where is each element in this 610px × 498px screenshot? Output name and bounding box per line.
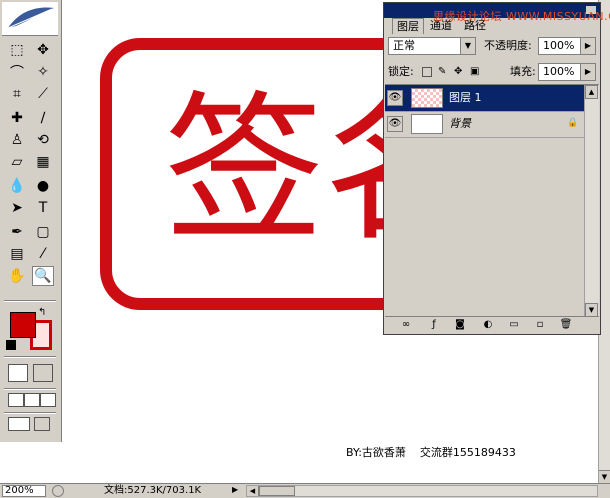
screen-mode-full-icon[interactable] — [40, 393, 56, 407]
default-colors-icon[interactable] — [6, 340, 16, 350]
slice-icon[interactable]: ⟋ — [32, 84, 54, 104]
screen-mode-full-menu-icon[interactable] — [24, 393, 40, 407]
quick-mask-icon[interactable] — [33, 364, 53, 382]
eyedropper-icon[interactable]: ⁄ — [32, 244, 54, 264]
opacity-field[interactable]: 100% ▶ — [538, 37, 596, 55]
fill-label: 填充: — [510, 65, 536, 78]
pen-icon[interactable]: ✒ — [6, 222, 28, 242]
watermark-text: 思缘设计论坛 WWW.MISSYUAN.COM — [433, 10, 610, 23]
toolbox-divider — [4, 300, 56, 302]
toolbox-divider — [4, 388, 56, 390]
scroll-thumb[interactable] — [259, 486, 295, 496]
opacity-value: 100% — [543, 39, 575, 52]
gradient-icon[interactable]: ▦ — [32, 152, 54, 172]
lock-transparency-icon[interactable] — [422, 67, 432, 77]
toolbox-divider — [4, 412, 56, 414]
blend-mode-value: 正常 — [393, 39, 415, 52]
add-mask-icon[interactable]: ◙ — [453, 319, 467, 331]
marquee-icon[interactable]: ⬚ — [6, 40, 28, 60]
new-layer-icon[interactable]: ▫ — [533, 319, 547, 331]
dodge-icon[interactable]: ● — [32, 176, 54, 196]
blend-opacity-row: 正常 ▼ 不透明度: 100% ▶ — [388, 36, 596, 56]
notes-icon[interactable]: ▤ — [6, 244, 28, 264]
doc-info: 文档:527.3K/703.1K — [104, 485, 202, 496]
lock-pixels-icon[interactable]: ✎ — [438, 63, 446, 81]
lasso-icon[interactable]: ⌒ — [6, 62, 28, 82]
magic-wand-icon[interactable]: ✧ — [32, 62, 54, 82]
credit-group: 交流群155189433 — [419, 446, 516, 459]
horizontal-scrollbar[interactable]: ◀ — [246, 485, 598, 497]
jump-to-imageready-icon[interactable] — [8, 417, 30, 431]
layer-style-icon[interactable]: ƒ — [427, 319, 441, 331]
scroll-up-icon[interactable]: ▲ — [585, 85, 598, 99]
toolbox: ⬚ ✥ ⌒ ✧ ⌗ ⟋ ✚ ∕ ♙ ⟲ ▱ ▦ 💧 ● ➤ T ✒ ▢ ▤ ⁄ ✋ 🔍 ↰ — [0, 0, 62, 442]
screen-mode-standard-icon[interactable] — [8, 393, 24, 407]
shape-icon[interactable]: ▢ — [32, 222, 54, 242]
trash-icon[interactable]: 🗑 — [559, 319, 573, 331]
layers-list: 👁 图层 1 👁 背景 🔒 ▲ ▼ — [385, 84, 599, 317]
layer-name: 背景 — [449, 117, 471, 130]
chevron-right-icon: ▶ — [580, 38, 595, 54]
zoom-icon[interactable]: 🔍 — [32, 266, 54, 286]
new-group-icon[interactable]: ▭ — [507, 319, 521, 331]
hand-icon[interactable]: ✋ — [6, 266, 28, 286]
link-layers-icon[interactable]: ∞ — [399, 319, 413, 331]
chevron-right-icon: ▶ — [580, 64, 595, 80]
credit-text: BY:古欲香萧 交流群155189433 — [346, 444, 530, 460]
lock-icon: 🔒 — [567, 118, 579, 128]
adjustment-layer-icon[interactable]: ◐ — [481, 319, 495, 331]
swap-colors-icon[interactable]: ↰ — [38, 307, 46, 318]
layer-name: 图层 1 — [449, 91, 482, 104]
layers-scrollbar[interactable]: ▲ ▼ — [584, 85, 599, 317]
brush-icon[interactable]: ∕ — [32, 108, 54, 128]
fill-value: 100% — [543, 65, 575, 78]
layer-row-background[interactable]: 👁 背景 🔒 — [385, 111, 585, 138]
lock-position-icon[interactable]: ✥ — [454, 63, 462, 81]
lock-fill-row: 锁定: ✎ ✥ ▣ 填充: 100% ▶ — [388, 62, 596, 82]
eye-icon[interactable]: 👁 — [387, 116, 403, 132]
path-select-icon[interactable]: ➤ — [6, 198, 28, 218]
zoom-field[interactable]: 200% — [2, 485, 46, 497]
status-info-icon[interactable] — [52, 485, 64, 497]
layers-panel: 图层 通道 路径 正常 ▼ 不透明度: 100% ▶ 锁定: ✎ ✥ ▣ 填充:… — [383, 2, 601, 335]
imageready-icon[interactable] — [34, 417, 50, 431]
layer-thumbnail — [411, 114, 443, 134]
clone-stamp-icon[interactable]: ♙ — [6, 130, 28, 150]
lock-all-icon[interactable]: ▣ — [470, 63, 479, 81]
standard-mode-icon[interactable] — [8, 364, 28, 382]
foreground-color-swatch[interactable] — [10, 312, 36, 338]
chevron-down-icon: ▼ — [460, 38, 475, 54]
status-menu-icon[interactable]: ▶ — [232, 485, 238, 494]
toolbox-divider — [4, 356, 56, 358]
blend-mode-select[interactable]: 正常 ▼ — [388, 37, 476, 55]
feather-logo[interactable] — [2, 2, 58, 36]
scroll-left-icon[interactable]: ◀ — [247, 486, 259, 496]
lock-label: 锁定: — [388, 65, 414, 78]
crop-icon[interactable]: ⌗ — [6, 84, 28, 104]
scroll-down-icon[interactable]: ▼ — [585, 303, 598, 317]
panel-bottom-bar: ∞ ƒ ◙ ◐ ▭ ▫ 🗑 — [385, 316, 599, 333]
history-brush-icon[interactable]: ⟲ — [32, 130, 54, 150]
opacity-label: 不透明度: — [484, 39, 532, 52]
credit-author: BY:古欲香萧 — [346, 446, 406, 459]
layer-row-layer1[interactable]: 👁 图层 1 — [385, 85, 585, 112]
eraser-icon[interactable]: ▱ — [6, 152, 28, 172]
fill-field[interactable]: 100% ▶ — [538, 63, 596, 81]
tab-layers[interactable]: 图层 — [392, 18, 424, 34]
eye-icon[interactable]: 👁 — [387, 90, 403, 106]
blur-icon[interactable]: 💧 — [6, 176, 28, 196]
type-icon[interactable]: T — [32, 198, 54, 218]
status-bar: 200% 文档:527.3K/703.1K ▶ ◀ — [0, 483, 610, 498]
layer-thumbnail — [411, 88, 443, 108]
healing-brush-icon[interactable]: ✚ — [6, 108, 28, 128]
move-icon[interactable]: ✥ — [32, 40, 54, 60]
scroll-down-icon[interactable]: ▼ — [599, 470, 610, 483]
